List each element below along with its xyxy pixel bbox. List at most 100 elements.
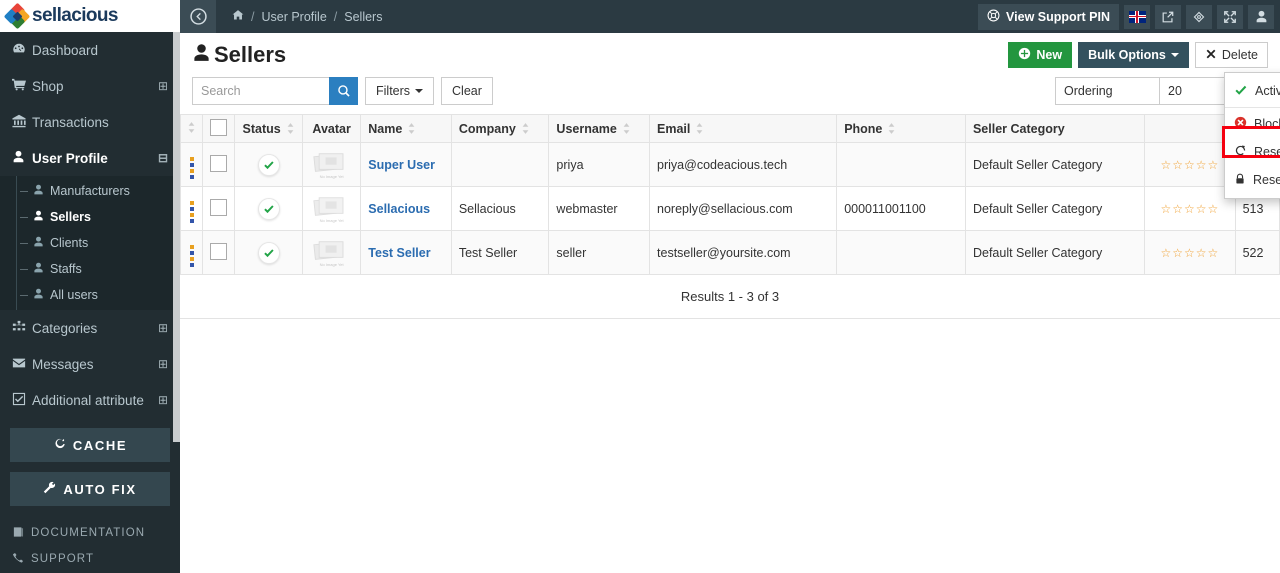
sidebar-item-categories[interactable]: Categories ⊞: [0, 310, 180, 346]
avatar-placeholder-label: No Image Yet: [319, 261, 344, 267]
column-company[interactable]: Company: [450, 114, 550, 143]
dropdown-item-active[interactable]: Active: [1225, 77, 1280, 105]
drag-handle-icon[interactable]: [189, 201, 194, 223]
search-input[interactable]: [192, 77, 329, 105]
row-status[interactable]: [234, 186, 303, 231]
seller-name-link[interactable]: Super User: [368, 158, 435, 172]
row-select[interactable]: [202, 186, 236, 231]
dropdown-item-resend-verification-mail[interactable]: Resend Verification Mail: [1225, 138, 1280, 166]
dropdown-item-block[interactable]: Block: [1225, 110, 1280, 138]
external-link-icon[interactable]: [1155, 4, 1181, 29]
top-bar-actions: View Support PIN: [978, 3, 1280, 30]
select-all-checkbox[interactable]: [210, 118, 228, 136]
sidebar-scrollbar[interactable]: [173, 32, 180, 442]
view-support-pin-button[interactable]: View Support PIN: [978, 3, 1119, 30]
brand-logo[interactable]: sellacious: [0, 0, 180, 32]
column-select-all[interactable]: [202, 114, 236, 143]
table-row[interactable]: No Image Yet Sellacious Sellacious webma…: [179, 186, 1280, 231]
auto-fix-button[interactable]: AUTO FIX: [10, 472, 170, 506]
home-icon[interactable]: [232, 9, 244, 24]
column-email[interactable]: Email: [649, 114, 838, 143]
table-row[interactable]: No Image Yet Super User priya priya@code…: [179, 142, 1280, 187]
ordering-select[interactable]: Ordering: [1055, 77, 1160, 105]
table-header: Status Avatar Name Company Username Emai…: [179, 114, 1280, 143]
row-company: Sellacious: [450, 186, 550, 231]
breadcrumb-sellers[interactable]: Sellers: [344, 10, 382, 24]
column-label: Company: [458, 121, 516, 136]
page-title-label: Sellers: [214, 42, 287, 67]
sidebar-item-label: Messages: [32, 356, 94, 372]
sidebar-item-messages[interactable]: Messages ⊞: [0, 346, 180, 382]
dropdown-item-reset-password-mail[interactable]: Reset Password Mail: [1225, 166, 1280, 194]
user-menu-icon[interactable]: [1248, 4, 1274, 29]
clear-button[interactable]: Clear: [441, 77, 493, 105]
sellers-table: Status Avatar Name Company Username Emai…: [179, 114, 1280, 275]
joomla-icon[interactable]: [1186, 4, 1212, 29]
sidebar-item-additional-attribute[interactable]: Additional attribute ⊞: [0, 382, 180, 418]
sidebar-item-shop[interactable]: Shop ⊞: [0, 68, 180, 104]
sidebar-item-transactions[interactable]: Transactions: [0, 104, 180, 140]
breadcrumb-user-profile[interactable]: User Profile: [261, 10, 326, 24]
cart-icon: [12, 78, 32, 95]
expand-icon[interactable]: ⊞: [158, 321, 168, 335]
row-select[interactable]: [202, 142, 236, 187]
row-checkbox[interactable]: [210, 154, 228, 172]
check-icon: [1234, 83, 1248, 100]
column-name[interactable]: Name: [360, 114, 452, 143]
row-rating[interactable]: ☆☆☆☆☆: [1144, 142, 1236, 187]
row-select[interactable]: [202, 230, 236, 275]
expand-icon[interactable]: ⊞: [158, 79, 168, 93]
filters-button[interactable]: Filters: [365, 77, 435, 105]
table-body: No Image Yet Super User priya priya@code…: [179, 142, 1280, 275]
back-button[interactable]: [180, 0, 216, 33]
collapse-icon[interactable]: ⊟: [158, 151, 168, 165]
sidebar-item-all-users[interactable]: All users: [0, 282, 180, 308]
rating-stars-icon[interactable]: ☆☆☆☆☆: [1160, 202, 1219, 216]
column-username[interactable]: Username: [548, 114, 651, 143]
bulk-options-button[interactable]: Bulk Options: [1078, 42, 1189, 68]
checkbox-icon: [12, 392, 32, 409]
sidebar-item-clients[interactable]: Clients: [0, 230, 180, 256]
delete-button[interactable]: Delete: [1194, 42, 1268, 68]
drag-handle-icon[interactable]: [189, 245, 194, 267]
sidebar-item-manufacturers[interactable]: Manufacturers: [0, 178, 180, 204]
search-button[interactable]: [329, 77, 358, 105]
fullscreen-icon[interactable]: [1217, 4, 1243, 29]
row-checkbox[interactable]: [210, 242, 228, 260]
sidebar-item-dashboard[interactable]: Dashboard: [0, 32, 180, 68]
row-rating[interactable]: ☆☆☆☆☆: [1144, 230, 1236, 275]
new-button[interactable]: New: [1008, 42, 1073, 68]
row-rating[interactable]: ☆☆☆☆☆: [1144, 186, 1236, 231]
table-row[interactable]: No Image Yet Test Seller Test Seller sel…: [179, 230, 1280, 275]
sidebar-item-user-profile[interactable]: User Profile ⊟: [0, 140, 180, 176]
column-status[interactable]: Status: [234, 114, 303, 143]
documentation-link[interactable]: DOCUMENTATION: [12, 520, 168, 546]
rating-stars-icon[interactable]: ☆☆☆☆☆: [1160, 158, 1219, 172]
row-status[interactable]: [234, 230, 303, 275]
sidebar-item-sellers[interactable]: Sellers: [0, 204, 180, 230]
row-status[interactable]: [234, 142, 303, 187]
column-rating: [1144, 114, 1236, 143]
expand-icon[interactable]: ⊞: [158, 393, 168, 407]
row-username: seller: [548, 230, 651, 275]
column-handle[interactable]: [179, 114, 204, 143]
column-phone[interactable]: Phone: [836, 114, 966, 143]
seller-name-link[interactable]: Sellacious: [368, 202, 430, 216]
expand-icon[interactable]: ⊞: [158, 357, 168, 371]
envelope-icon: [12, 356, 32, 373]
row-username: priya: [548, 142, 651, 187]
row-handle[interactable]: [179, 142, 204, 187]
column-seller-category[interactable]: Seller Category: [964, 114, 1146, 143]
support-link[interactable]: SUPPORT: [12, 546, 168, 572]
phone-icon: [12, 552, 31, 567]
flag-uk-icon[interactable]: [1124, 4, 1150, 29]
cache-button[interactable]: CACHE: [10, 428, 170, 462]
row-handle[interactable]: [179, 230, 204, 275]
results-summary: Results 1 - 3 of 3: [180, 275, 1280, 319]
rating-stars-icon[interactable]: ☆☆☆☆☆: [1160, 246, 1219, 260]
seller-name-link[interactable]: Test Seller: [368, 246, 430, 260]
row-handle[interactable]: [179, 186, 204, 231]
row-checkbox[interactable]: [210, 198, 228, 216]
sidebar-item-staffs[interactable]: Staffs: [0, 256, 180, 282]
drag-handle-icon[interactable]: [189, 157, 194, 179]
